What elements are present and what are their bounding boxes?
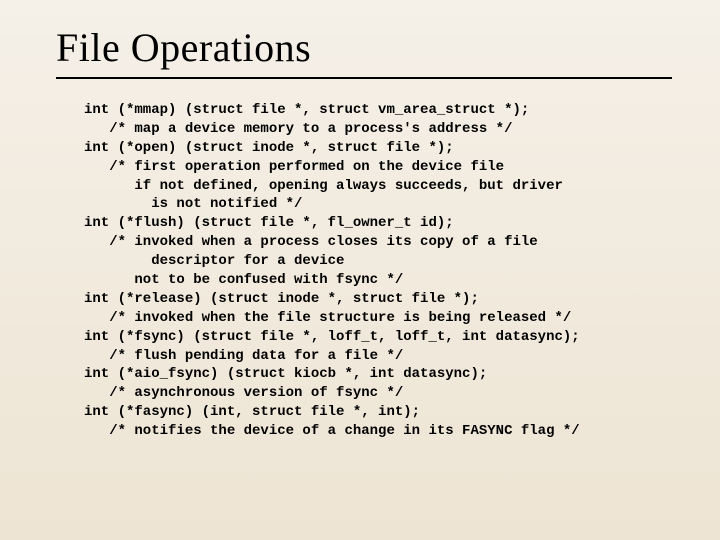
code-block: int (*mmap) (struct file *, struct vm_ar… (84, 101, 672, 441)
page-title: File Operations (56, 24, 672, 71)
title-underline (56, 77, 672, 79)
slide: File Operations int (*mmap) (struct file… (0, 0, 720, 540)
